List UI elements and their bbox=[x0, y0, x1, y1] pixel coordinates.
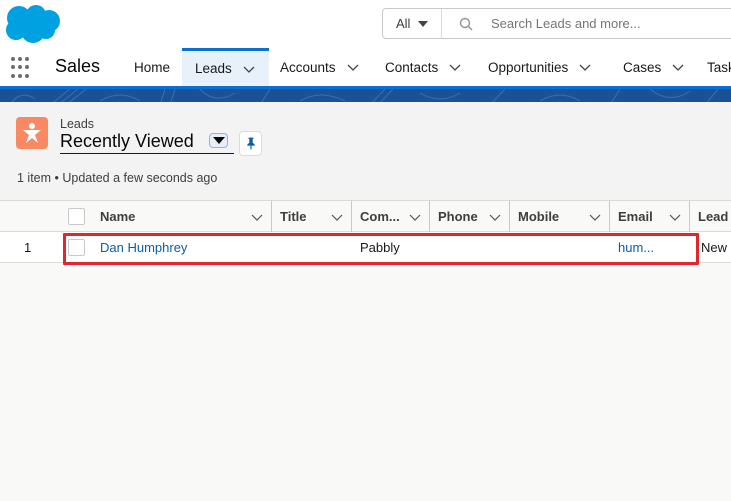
tab-home[interactable]: Home bbox=[121, 48, 170, 86]
row-number: 1 bbox=[24, 239, 32, 255]
pin-icon bbox=[246, 137, 255, 150]
app-launcher-icon[interactable] bbox=[11, 57, 33, 79]
tab-opportunities[interactable]: Opportunities bbox=[475, 48, 592, 86]
chevron-down-icon[interactable] bbox=[242, 62, 256, 76]
cell-company: Pabbly bbox=[360, 239, 400, 255]
header-banner bbox=[0, 86, 731, 102]
chevron-down-icon[interactable] bbox=[589, 211, 601, 223]
tab-leads[interactable]: Leads bbox=[182, 48, 269, 86]
tab-label: Leads bbox=[195, 61, 232, 76]
chevron-down-icon[interactable] bbox=[448, 60, 462, 74]
column-header-name[interactable]: Name bbox=[100, 201, 271, 232]
tab-label: Cases bbox=[623, 59, 662, 75]
column-divider[interactable] bbox=[351, 201, 352, 232]
lead-name-link[interactable]: Dan Humphrey bbox=[100, 232, 187, 262]
column-divider[interactable] bbox=[271, 201, 272, 232]
search-scope-dropdown[interactable]: All bbox=[383, 9, 442, 38]
object-label: Leads bbox=[60, 117, 95, 131]
chevron-down-icon[interactable] bbox=[409, 211, 421, 223]
list-view-picker-button[interactable] bbox=[209, 133, 228, 148]
tab-accounts[interactable]: Accounts bbox=[267, 48, 360, 86]
column-divider[interactable] bbox=[609, 201, 610, 232]
chevron-down-icon[interactable] bbox=[346, 60, 360, 74]
column-label: Email bbox=[618, 209, 653, 224]
chevron-down-icon[interactable] bbox=[578, 60, 592, 74]
tab-label: Opportunities bbox=[488, 59, 569, 75]
list-view-title[interactable]: Recently Viewed bbox=[60, 131, 234, 154]
list-view-meta: 1 item • Updated a few seconds ago bbox=[17, 171, 218, 185]
pin-list-view-button[interactable] bbox=[239, 131, 262, 156]
salesforce-logo-icon[interactable] bbox=[3, 4, 61, 44]
column-label: Name bbox=[100, 209, 136, 224]
chevron-down-icon[interactable] bbox=[489, 211, 501, 223]
chevron-down-icon[interactable] bbox=[669, 211, 681, 223]
column-header-company[interactable]: Com... bbox=[360, 201, 429, 232]
tab-cases[interactable]: Cases bbox=[610, 48, 685, 86]
column-divider[interactable] bbox=[689, 201, 690, 232]
caret-down-icon bbox=[418, 20, 429, 27]
search-input[interactable] bbox=[491, 16, 711, 31]
cell-lead-status: New bbox=[701, 239, 728, 255]
table-row: 1 Dan Humphrey Pabbly hum... New bbox=[0, 232, 731, 263]
column-label: Phone bbox=[438, 209, 478, 224]
tab-contacts[interactable]: Contacts bbox=[372, 48, 462, 86]
tab-label: Contacts bbox=[385, 59, 439, 75]
column-divider[interactable] bbox=[509, 201, 510, 232]
column-header-phone[interactable]: Phone bbox=[438, 201, 509, 232]
chevron-down-icon[interactable] bbox=[331, 211, 343, 223]
tab-label: Accounts bbox=[280, 59, 336, 75]
search-icon bbox=[459, 17, 473, 30]
app-name: Sales bbox=[55, 56, 101, 76]
column-label: Com... bbox=[360, 209, 400, 224]
tab-label: Home bbox=[134, 59, 171, 75]
email-link[interactable]: hum... bbox=[618, 232, 654, 262]
lead-icon bbox=[16, 117, 48, 149]
search-scope-label: All bbox=[396, 16, 411, 31]
tab-tasks[interactable]: Tasks bbox=[694, 48, 731, 86]
column-label: Title bbox=[280, 209, 307, 224]
column-divider[interactable] bbox=[429, 201, 430, 232]
tab-label: Tasks bbox=[707, 59, 731, 75]
column-header-title[interactable]: Title bbox=[280, 201, 351, 232]
chevron-down-icon[interactable] bbox=[251, 211, 263, 223]
global-search: All bbox=[382, 8, 731, 39]
column-header-mobile[interactable]: Mobile bbox=[518, 201, 609, 232]
table-header: Name Title Com... Phone Mobile Email Lea… bbox=[0, 200, 731, 232]
column-header-lead-status[interactable]: Lead bbox=[698, 201, 731, 232]
row-checkbox[interactable] bbox=[68, 239, 85, 256]
global-header: All bbox=[0, 0, 731, 48]
app-nav-bar: Sales Home Leads Accounts Contacts Oppor… bbox=[0, 48, 731, 86]
caret-down-icon bbox=[212, 137, 225, 144]
chevron-down-icon[interactable] bbox=[671, 60, 685, 74]
column-label: Lead bbox=[698, 209, 729, 224]
banner-pattern bbox=[11, 89, 719, 102]
column-header-email[interactable]: Email bbox=[618, 201, 689, 232]
select-all-checkbox[interactable] bbox=[68, 208, 85, 225]
column-label: Mobile bbox=[518, 209, 560, 224]
